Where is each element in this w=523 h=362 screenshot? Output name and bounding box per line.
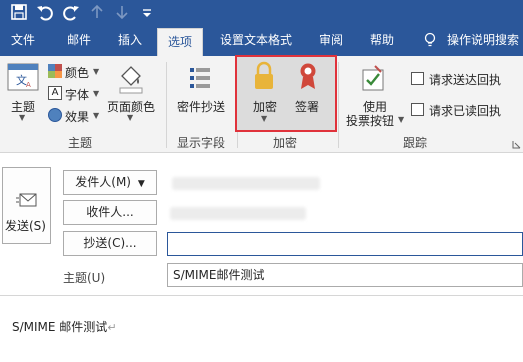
encrypt-highlight	[235, 55, 337, 132]
compose-divider	[0, 295, 523, 296]
envelope-icon	[16, 192, 38, 208]
subject-label: 主题(U)	[63, 271, 106, 285]
theme-button[interactable]: 文 A	[7, 62, 39, 94]
show-fields-group-label: 显示字段	[177, 136, 226, 150]
encrypt-group-label: 加密	[273, 136, 298, 150]
paragraph-mark-icon: ↵	[107, 321, 117, 334]
dialog-launcher-icon[interactable]	[512, 138, 521, 149]
fonts-dropdown-icon[interactable]: ▼	[93, 89, 99, 98]
colors-dropdown-icon[interactable]: ▼	[93, 67, 99, 76]
arrow-down-icon[interactable]	[112, 2, 132, 22]
ribbon-tabs: 文件 邮件 插入 选项 设置文本格式 审阅 帮助 操作说明搜索	[0, 25, 523, 56]
effects-dropdown-icon[interactable]: ▼	[93, 111, 99, 120]
to-address-redacted	[170, 207, 306, 220]
tab-options[interactable]: 选项	[157, 28, 204, 56]
encrypt-dropdown-icon[interactable]: ▼	[261, 114, 267, 123]
from-address-redacted	[172, 177, 320, 190]
theme-dropdown-icon[interactable]: ▼	[19, 113, 25, 122]
delivery-receipt-label: 请求送达回执	[429, 73, 502, 87]
group-separator	[166, 62, 167, 148]
fonts-button[interactable]: 字体	[65, 86, 89, 103]
title-bar	[0, 0, 523, 25]
read-receipt-checkbox[interactable]	[411, 103, 424, 116]
lock-icon[interactable]	[252, 61, 276, 91]
bcc-button[interactable]: 密件抄送	[177, 98, 225, 115]
voting-label-line2[interactable]: 投票按钮	[346, 112, 394, 129]
cc-button[interactable]: 抄送(C)...	[63, 231, 157, 256]
body-text: S/MIME 邮件测试	[12, 320, 108, 334]
tab-help[interactable]: 帮助	[370, 25, 394, 56]
subject-value: S/MIME邮件测试	[173, 268, 265, 282]
tab-file[interactable]: 文件	[11, 25, 35, 56]
fonts-icon[interactable]: A	[48, 86, 62, 100]
voting-buttons-icon[interactable]	[359, 64, 387, 94]
tell-me-search[interactable]: 操作说明搜索	[447, 25, 519, 56]
from-button[interactable]: 发件人(M) ▼	[63, 170, 157, 195]
read-receipt-label: 请求已读回执	[429, 104, 502, 118]
save-icon[interactable]	[9, 2, 29, 22]
to-button[interactable]: 收件人...	[63, 200, 157, 225]
svg-text:A: A	[26, 81, 31, 89]
group-separator	[338, 62, 339, 148]
tab-review[interactable]: 审阅	[319, 25, 343, 56]
themes-group-label: 主题	[68, 136, 93, 150]
colors-button[interactable]: 颜色	[65, 64, 89, 81]
tab-format-text[interactable]: 设置文本格式	[220, 25, 292, 56]
redo-icon[interactable]	[61, 2, 81, 22]
chevron-down-icon: ▼	[137, 179, 145, 189]
subject-input[interactable]: S/MIME邮件测试	[167, 263, 523, 287]
ribbon-signature-icon[interactable]	[297, 61, 319, 91]
tracking-group-label: 跟踪	[403, 136, 428, 150]
send-label: 发送(S)	[5, 219, 46, 233]
message-body[interactable]: S/MIME 邮件测试↵	[12, 318, 117, 335]
delivery-receipt-checkbox[interactable]	[411, 72, 424, 85]
compose-area: 发送(S) 发件人(M) ▼ 收件人... 抄送(C)... 主题(U) S/M…	[0, 153, 523, 362]
sign-button[interactable]: 签署	[295, 98, 319, 115]
encrypt-button[interactable]: 加密	[253, 98, 277, 115]
undo-icon[interactable]	[35, 2, 55, 22]
tab-mail[interactable]: 邮件	[67, 25, 91, 56]
tab-insert[interactable]: 插入	[118, 25, 142, 56]
page-color-dropdown-icon[interactable]: ▼	[127, 113, 133, 122]
effects-icon[interactable]	[48, 108, 62, 122]
effects-button[interactable]: 效果	[65, 108, 89, 125]
ribbon: 文 A 主题 ▼ 颜色 ▼ A 字体 ▼ 效果 ▼ 页面颜色 ▼ 主题 密件抄送…	[0, 55, 523, 153]
theme-icon: 文 A	[7, 63, 39, 91]
cc-input[interactable]	[167, 232, 523, 256]
from-label: 发件人(M)	[75, 175, 131, 189]
colors-icon[interactable]	[48, 64, 62, 78]
arrow-up-icon[interactable]	[87, 2, 107, 22]
voting-dropdown-icon[interactable]: ▼	[398, 115, 404, 124]
page-color-icon[interactable]	[118, 64, 144, 94]
send-button[interactable]: 发送(S)	[2, 167, 51, 244]
customize-toolbar-icon[interactable]	[137, 2, 157, 22]
bcc-icon[interactable]	[186, 64, 214, 94]
lightbulb-icon	[423, 32, 437, 48]
